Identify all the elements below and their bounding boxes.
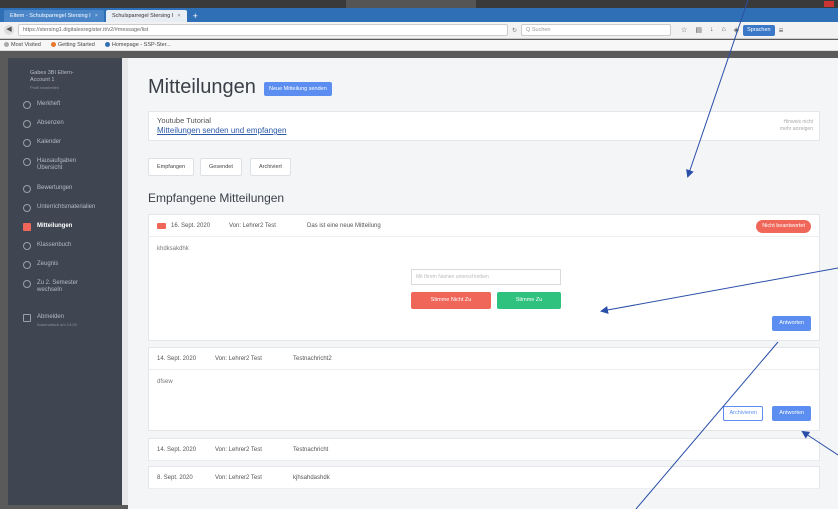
tab-close-icon[interactable]: × bbox=[177, 10, 180, 22]
tutorial-link[interactable]: Mitteilungen senden und empfangen bbox=[157, 126, 286, 135]
tab-close-icon[interactable]: × bbox=[95, 10, 98, 22]
sidebar-item-bewertungen[interactable]: Bewertungen bbox=[8, 185, 122, 204]
message-header[interactable]: 8. Sept. 2020 Von: Lehrer2 Test kjhsahda… bbox=[149, 467, 819, 489]
message-body: khdksakdhk bbox=[157, 246, 189, 252]
sidebar-item-klassenbuch[interactable]: Klassenbuch bbox=[8, 242, 122, 261]
message-header[interactable]: 14. Sept. 2020 Von: Lehrer2 Test Testnac… bbox=[149, 348, 819, 370]
circle-icon bbox=[23, 101, 31, 109]
tutorial-heading: Youtube Tutorial bbox=[157, 116, 211, 125]
sidebar-item-kalender[interactable]: Kalender bbox=[8, 139, 122, 158]
bookmark-icon bbox=[104, 42, 110, 48]
url-bar[interactable]: https://stersing1.digitalesregister.it/v… bbox=[18, 24, 508, 36]
filter-received[interactable]: Empfangen bbox=[148, 158, 195, 176]
toolbar-icons: ☆ ▤ ↓ ⌂ ◈ bbox=[681, 26, 739, 34]
circle-icon bbox=[23, 139, 31, 147]
browser-toolbar: ◀ https://stersing1.digitalesregister.it… bbox=[0, 22, 838, 39]
tooltip-overlay bbox=[346, 0, 476, 8]
main-content: Mitteilungen Neue Mitteilung senden Yout… bbox=[128, 58, 838, 509]
os-title-bar bbox=[0, 0, 838, 8]
reply-button[interactable]: Antworten bbox=[772, 316, 811, 331]
sidebar-item-hausaufgaben[interactable]: Hausaufgaben Übersicht bbox=[8, 158, 122, 185]
envelope-icon bbox=[23, 223, 31, 231]
new-tab-button[interactable]: + bbox=[189, 10, 202, 22]
message-header[interactable]: 16. Sept. 2020 Von: Lehrer2 Test Das ist… bbox=[149, 215, 819, 237]
envelope-icon bbox=[157, 222, 166, 229]
sidebar-item-semester[interactable]: Zu 2. Semester wechseln bbox=[8, 280, 122, 314]
sidebar: Gabes 3BI Eltern-Account 1 Profil bearbe… bbox=[8, 58, 122, 505]
firefox-icon bbox=[50, 42, 56, 48]
home-icon[interactable]: ⌂ bbox=[721, 26, 725, 34]
agree-button[interactable]: Stimme Zu bbox=[497, 292, 561, 309]
star-icon[interactable]: ☆ bbox=[681, 26, 687, 34]
circle-icon bbox=[23, 158, 31, 166]
circle-icon bbox=[23, 185, 31, 193]
browser-search-input[interactable]: Q Suchen bbox=[521, 24, 672, 36]
circle-icon bbox=[23, 204, 31, 212]
section-title: Empfangene Mitteilungen bbox=[148, 191, 285, 205]
sidebar-item-merkheft[interactable]: Merkheft bbox=[8, 101, 122, 120]
language-button[interactable]: Sprachen bbox=[743, 24, 775, 36]
message-card[interactable]: 8. Sept. 2020 Von: Lehrer2 Test kjhsahda… bbox=[148, 466, 820, 489]
close-icon[interactable] bbox=[824, 1, 834, 7]
edit-profile-link[interactable]: Profil bearbeiten bbox=[30, 84, 122, 91]
hide-hint-link[interactable]: Hinweis nicht mehr anzeigen bbox=[773, 119, 813, 133]
sidebar-item-abmelden[interactable]: Abmelden Automatisch um 13:00 bbox=[8, 314, 122, 333]
sidebar-item-zeugnis[interactable]: Zeugnis bbox=[8, 261, 122, 280]
back-icon[interactable]: ◀ bbox=[4, 25, 14, 35]
filter-archived[interactable]: Archiviert bbox=[250, 158, 291, 176]
browser-tab-2[interactable]: Schulsparregel Stersing I × bbox=[105, 10, 187, 22]
bookmarks-bar: Most Visited Getting Started Homepage - … bbox=[0, 40, 838, 51]
message-card: 14. Sept. 2020 Von: Lehrer2 Test Testnac… bbox=[148, 347, 820, 431]
message-card: 16. Sept. 2020 Von: Lehrer2 Test Das ist… bbox=[148, 214, 820, 341]
browser-tab-1[interactable]: Eltern - Schulsparregel Stersing I × bbox=[4, 10, 104, 22]
tutorial-box: Youtube Tutorial Mitteilungen senden und… bbox=[148, 111, 820, 141]
page-title: Mitteilungen bbox=[148, 76, 256, 98]
shield-icon[interactable]: ◈ bbox=[734, 26, 739, 34]
circle-icon bbox=[23, 242, 31, 250]
logout-icon bbox=[23, 314, 31, 322]
sidebar-item-absenzen[interactable]: Absenzen bbox=[8, 120, 122, 139]
signature-input[interactable]: Mit Ihrem Namen unterschreiben bbox=[411, 269, 561, 285]
sidebar-item-unterrichtsmaterialien[interactable]: Unterrichtsmaterialien bbox=[8, 204, 122, 223]
download-icon[interactable]: ↓ bbox=[710, 26, 714, 34]
library-icon[interactable]: ▤ bbox=[695, 26, 702, 34]
browser-tab-bar: Eltern - Schulsparregel Stersing I × Schu… bbox=[0, 8, 838, 22]
filter-sent[interactable]: Gesendet bbox=[200, 158, 242, 176]
circle-icon bbox=[23, 261, 31, 269]
bookmark-homepage[interactable]: Homepage - SSP-Ster... bbox=[104, 42, 171, 48]
archive-button[interactable]: Archivieren bbox=[723, 406, 763, 421]
sidebar-item-mitteilungen[interactable]: Mitteilungen bbox=[8, 223, 122, 242]
sidebar-user[interactable]: Gabes 3BI Eltern-Account 1 Profil bearbe… bbox=[8, 58, 122, 91]
user-name: Gabes 3BI Eltern-Account 1 bbox=[30, 70, 74, 83]
circle-icon bbox=[23, 280, 31, 288]
status-badge: Nicht beantwortet bbox=[756, 220, 811, 233]
bookmark-most-visited[interactable]: Most Visited bbox=[4, 42, 41, 48]
bookmark-getting-started[interactable]: Getting Started bbox=[50, 42, 95, 48]
circle-icon bbox=[23, 120, 31, 128]
new-message-button[interactable]: Neue Mitteilung senden bbox=[264, 82, 332, 96]
reload-icon[interactable]: ↻ bbox=[512, 27, 517, 34]
message-card[interactable]: 14. Sept. 2020 Von: Lehrer2 Test Testnac… bbox=[148, 438, 820, 461]
menu-icon[interactable]: ≡ bbox=[779, 26, 784, 35]
bookmark-icon bbox=[4, 42, 9, 48]
message-body: dfsew bbox=[157, 379, 173, 385]
message-header[interactable]: 14. Sept. 2020 Von: Lehrer2 Test Testnac… bbox=[149, 439, 819, 461]
disagree-button[interactable]: Stimme Nicht Zu bbox=[411, 292, 491, 309]
reply-button[interactable]: Antworten bbox=[772, 406, 811, 421]
window-controls[interactable] bbox=[824, 1, 834, 7]
